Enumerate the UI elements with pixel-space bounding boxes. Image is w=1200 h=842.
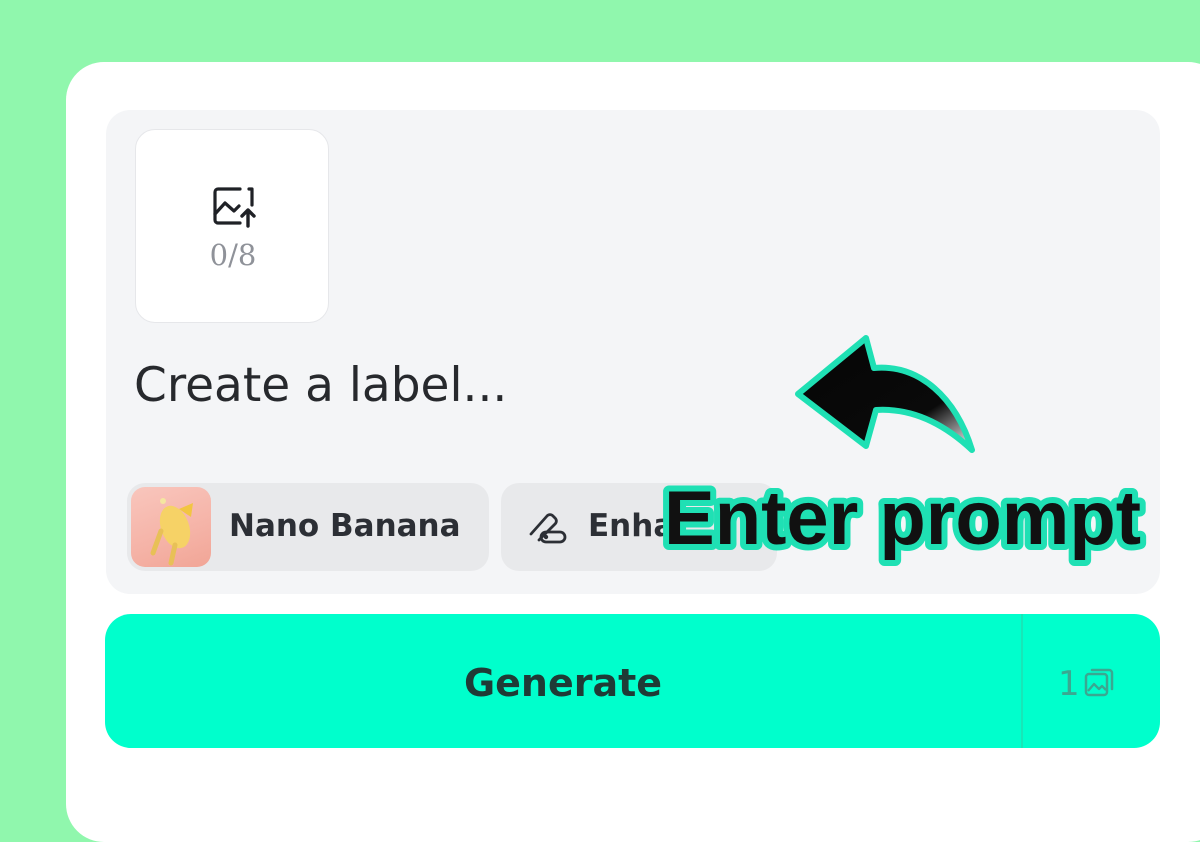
- image-upload-icon: [213, 187, 256, 228]
- upload-count: 0/8: [209, 238, 257, 272]
- annotation-text: Enter prompt: [664, 476, 1141, 561]
- magic-wand-icon: [529, 513, 567, 544]
- nano-banana-thumbnail: [131, 487, 211, 567]
- image-upload-button[interactable]: 0/8: [135, 129, 329, 323]
- annotation-label: Enter prompt: [658, 470, 1147, 567]
- annotation-arrow: [795, 335, 975, 453]
- model-label: Nano Banana: [229, 508, 461, 544]
- generate-label: Generate: [463, 661, 663, 705]
- generate-button[interactable]: Generate 1: [105, 614, 1160, 748]
- image-count: 1: [1058, 664, 1080, 704]
- generate-divider: [1021, 614, 1023, 748]
- prompt-input[interactable]: [134, 352, 754, 418]
- model-selector-chip[interactable]: Nano Banana: [127, 483, 489, 571]
- image-stack-icon: [1084, 668, 1114, 697]
